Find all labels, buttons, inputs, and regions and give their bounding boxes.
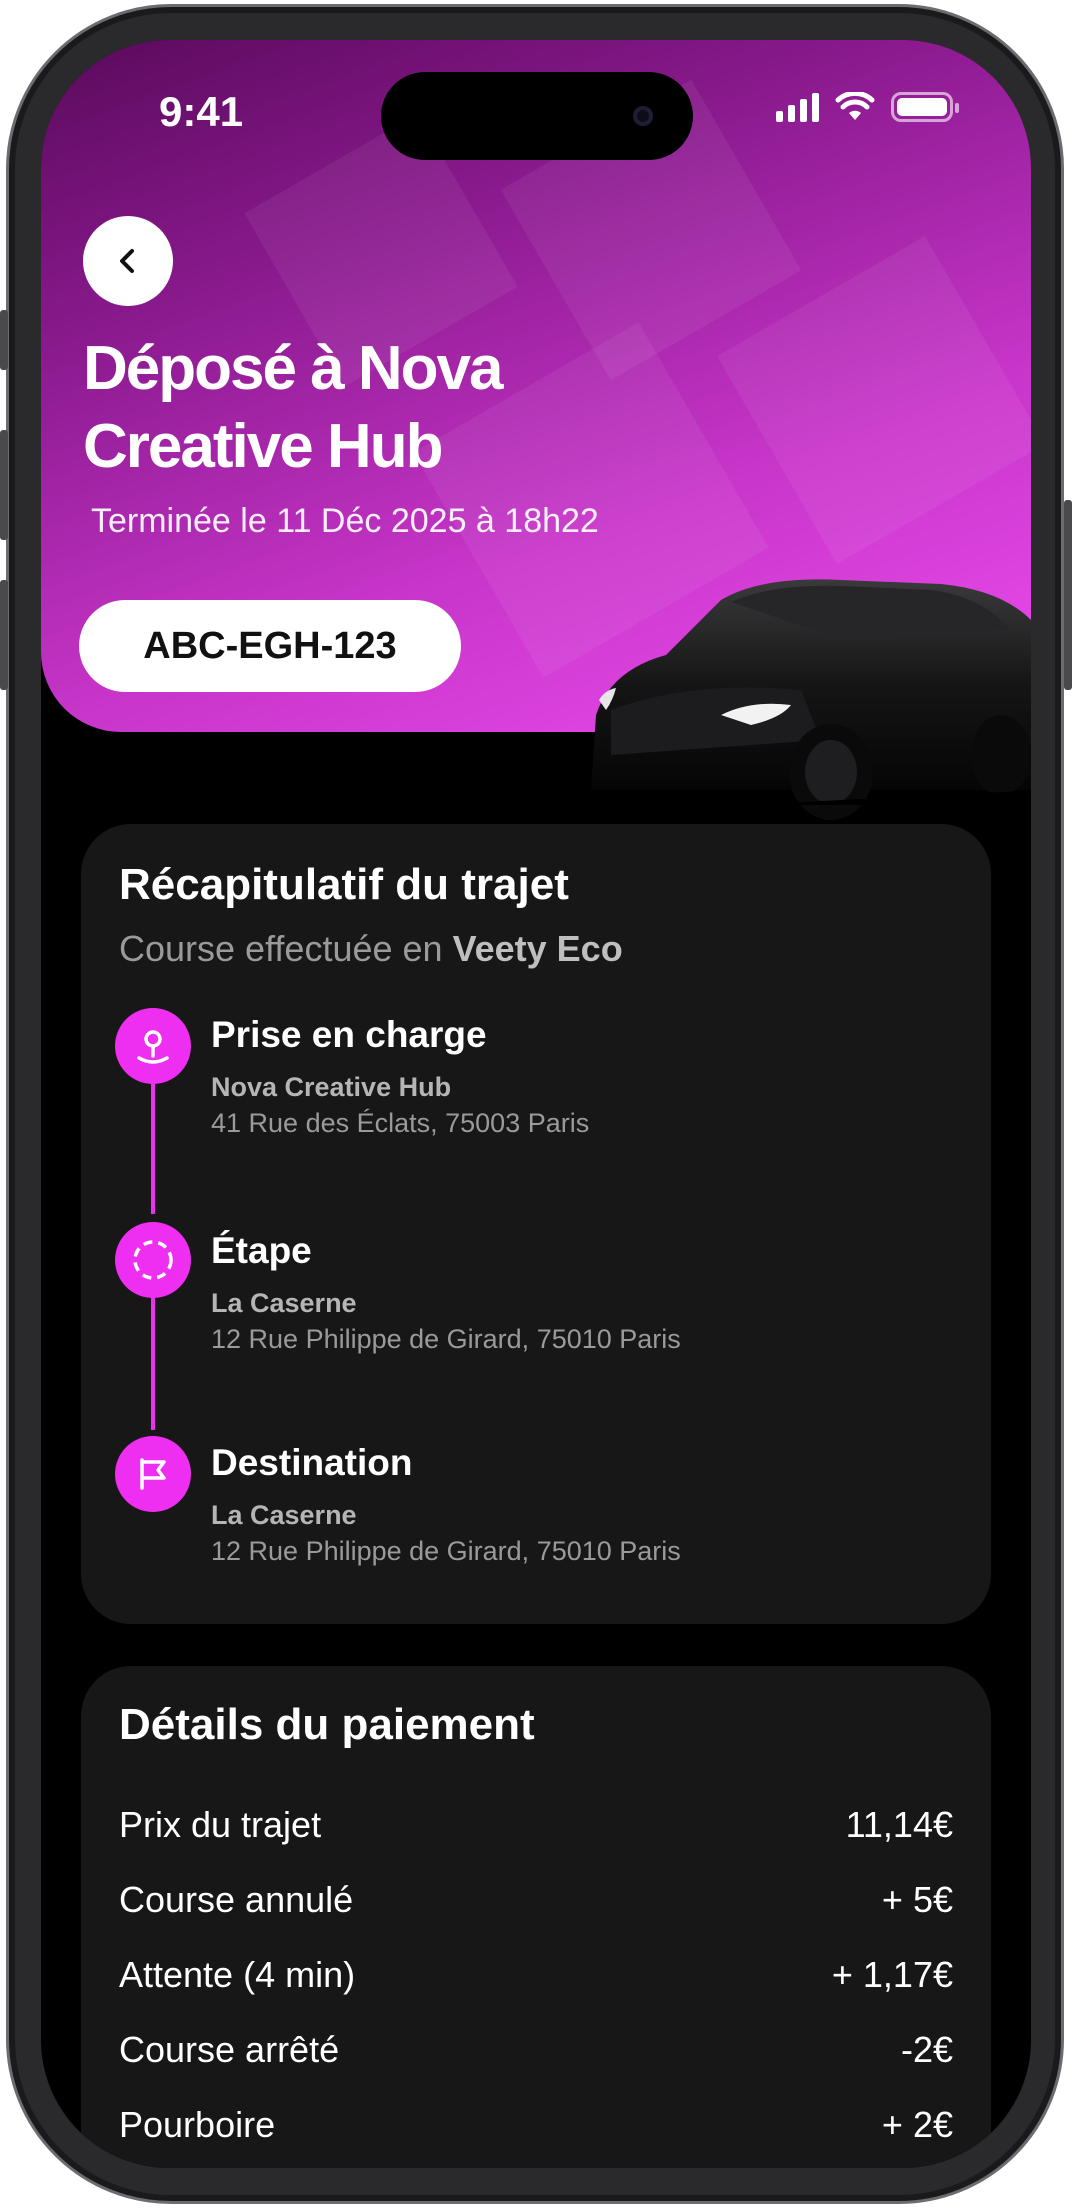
payment-row-label: Pourboire [119, 2104, 276, 2145]
flag-icon [140, 1458, 166, 1490]
camera-icon [633, 106, 653, 126]
volume-down-button [0, 580, 8, 690]
payment-details-card: Détails du paiement Prix du trajet 11,14… [81, 1666, 991, 2168]
signal-icon [776, 92, 819, 122]
stop-address: 12 Rue Philippe de Girard, 75010 Paris [211, 1324, 681, 1354]
timeline-line [151, 1076, 155, 1214]
power-button [1064, 500, 1072, 690]
stop-type: Destination [211, 1442, 413, 1483]
payment-row-label: Attente (4 min) [119, 1954, 356, 1995]
payment-row: Attente (4 min) + 1,17€ [119, 1954, 953, 1996]
trip-summary-subtitle: Course effectuée en Veety Eco [119, 928, 623, 970]
back-button[interactable] [83, 216, 173, 306]
payment-row: Course annulé + 5€ [119, 1879, 953, 1921]
pin-icon [137, 1030, 169, 1064]
status-time: 9:41 [159, 88, 244, 135]
payment-row-value: + 5€ [881, 1879, 953, 1920]
stop-address: 12 Rue Philippe de Girard, 75010 Paris [211, 1536, 681, 1566]
vehicle-class: Veety Eco [452, 928, 623, 969]
trip-summary-card: Récapitulatif du trajet Course effectuée… [81, 824, 991, 1624]
stop-name: La Caserne [211, 1500, 357, 1530]
stop-address: 41 Rue des Éclats, 75003 Paris [211, 1108, 590, 1138]
payment-row: Prix du trajet 11,14€ [119, 1804, 953, 1846]
screen: 9:41 Déposé à Nova Creative Hub Terminée… [41, 40, 1031, 2168]
chevron-left-icon [120, 249, 134, 273]
payment-row-value: 11,14€ [845, 1804, 953, 1845]
stop-pickup-marker [115, 1008, 191, 1084]
dynamic-island [381, 72, 693, 160]
payment-row-value: + 1,17€ [831, 1954, 953, 1995]
car-image [591, 579, 1031, 820]
action-button [0, 310, 8, 370]
page-title: Déposé à Nova Creative Hub [83, 334, 504, 481]
payment-row-value: + 2€ [881, 2104, 953, 2145]
dashed-circle-icon [133, 1240, 173, 1280]
stop-waypoint-marker [115, 1222, 191, 1298]
page-subtitle: Terminée le 11 Déc 2025 à 18h22 [91, 502, 599, 540]
status-icons [776, 92, 959, 122]
payment-row: Pourboire + 2€ [119, 2104, 953, 2146]
stop-name: La Caserne [211, 1288, 357, 1318]
payment-row-value: -2€ [900, 2029, 953, 2070]
volume-up-button [0, 430, 8, 540]
trip-summary-title: Récapitulatif du trajet [119, 860, 569, 909]
payment-row: Course arrêté -2€ [119, 2029, 953, 2071]
payment-details-title: Détails du paiement [119, 1700, 535, 1749]
timeline-line [151, 1290, 155, 1430]
payment-row-label: Course annulé [119, 1879, 354, 1920]
stop-destination-marker [115, 1436, 191, 1512]
payment-row-label: Prix du trajet [119, 1804, 322, 1845]
wifi-icon [835, 92, 875, 120]
stop-type: Étape [211, 1230, 312, 1271]
trip-subtitle-prefix: Course effectuée en [119, 928, 443, 969]
battery-icon [891, 92, 959, 122]
license-plate-badge: ABC-EGH-123 [79, 600, 461, 692]
payment-row-label: Course arrêté [119, 2029, 340, 2070]
stop-type: Prise en charge [211, 1014, 487, 1055]
stop-name: Nova Creative Hub [211, 1072, 452, 1102]
